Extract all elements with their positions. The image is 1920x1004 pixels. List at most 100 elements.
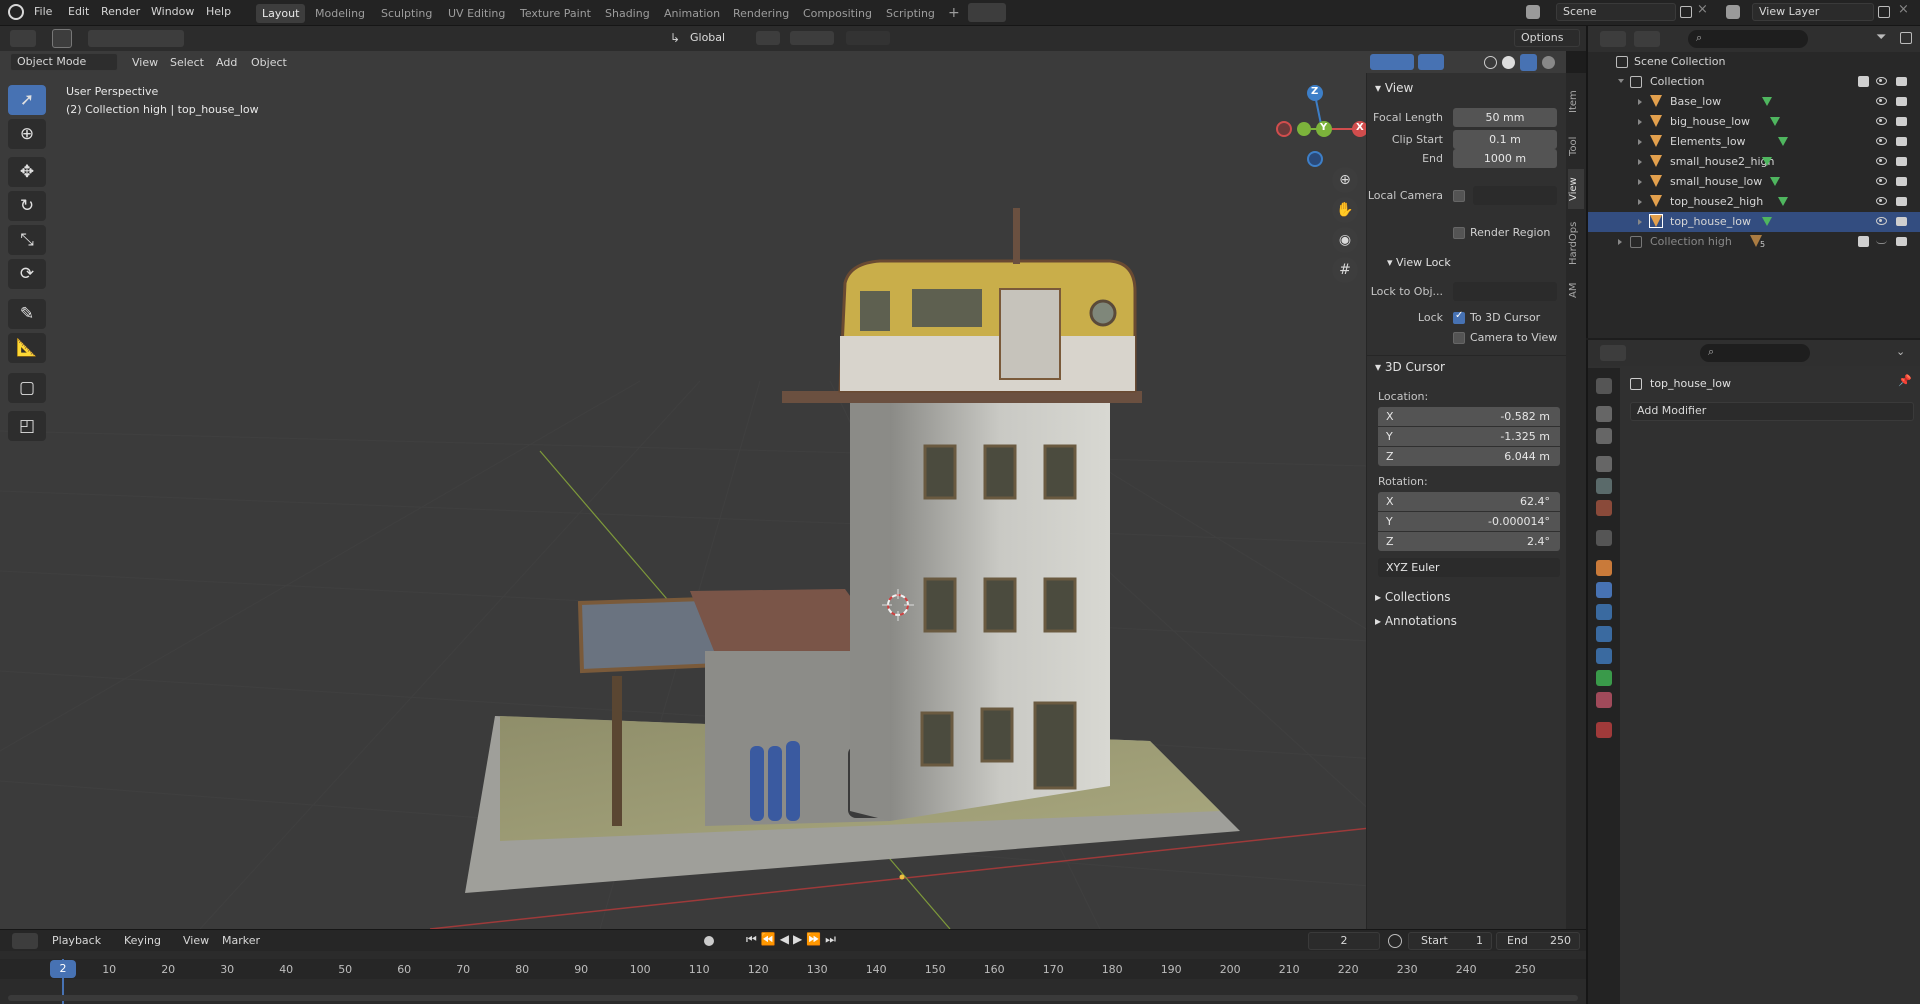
shading-material-icon[interactable] xyxy=(1520,54,1537,71)
scene-field[interactable]: Scene xyxy=(1556,3,1676,21)
new-view-layer-icon[interactable] xyxy=(1878,6,1890,18)
expand-arrow-icon[interactable] xyxy=(1638,159,1642,165)
visibility-eye-icon[interactable] xyxy=(1876,157,1887,165)
render-region-checkbox[interactable] xyxy=(1453,227,1465,239)
material-props-icon[interactable] xyxy=(1596,692,1612,708)
modifier-props-wrench-icon[interactable] xyxy=(1596,582,1612,598)
tab-sculpting[interactable]: Sculpting xyxy=(375,4,438,23)
visibility-eye-icon[interactable] xyxy=(1876,177,1887,185)
properties-search-input[interactable]: ⌕ xyxy=(1700,344,1810,362)
render-camera-icon[interactable] xyxy=(1896,217,1907,226)
menu-object[interactable]: Object xyxy=(251,56,287,69)
mesh-data-icon[interactable] xyxy=(1762,217,1772,226)
zoom-icon[interactable]: ⊕ xyxy=(1332,167,1358,193)
expand-arrow-icon[interactable] xyxy=(1638,99,1642,105)
cursor-tool[interactable]: ⊕ xyxy=(8,119,46,149)
visibility-eye-icon[interactable] xyxy=(1876,137,1887,145)
view-layer-icon[interactable] xyxy=(1726,5,1740,19)
object-props-icon[interactable] xyxy=(1596,560,1612,576)
outliner-search-input[interactable]: ⌕ xyxy=(1688,30,1808,48)
tab-am[interactable]: AM xyxy=(1568,275,1584,305)
location-x-field[interactable]: X -0.582 m xyxy=(1378,407,1560,426)
mesh-data-icon[interactable] xyxy=(1778,197,1788,206)
timeline-ruler[interactable]: 10 20 30 40 50 60 70 80 90 100 110 120 130 140 150 160 1… xyxy=(0,951,1586,1004)
menu-view[interactable]: View xyxy=(132,56,158,69)
expand-arrow-icon[interactable] xyxy=(1638,199,1642,205)
gizmo-toggle-icon[interactable] xyxy=(1370,54,1414,70)
mesh-data-icon[interactable] xyxy=(1762,157,1772,166)
proportional-edit-icon[interactable] xyxy=(846,31,890,45)
shading-solid-icon[interactable] xyxy=(1502,56,1515,69)
outliner-row-collection-high[interactable]: Collection high 5 xyxy=(1588,232,1920,252)
selection-mode-icons[interactable] xyxy=(88,30,184,47)
pin-icon[interactable]: 📌 xyxy=(1898,374,1912,387)
measure-tool[interactable]: 📐 xyxy=(8,333,46,363)
tab-rendering[interactable]: Rendering xyxy=(727,4,795,23)
output-props-icon[interactable] xyxy=(1596,428,1612,444)
rotation-mode-dropdown[interactable]: XYZ Euler xyxy=(1378,558,1560,577)
transform-orientation-icon[interactable]: ↳ xyxy=(670,31,680,45)
mesh-data-icon[interactable] xyxy=(1770,177,1780,186)
expand-arrow-icon[interactable] xyxy=(1618,239,1622,245)
camera-to-view-checkbox[interactable] xyxy=(1453,332,1465,344)
render-camera-icon[interactable] xyxy=(1896,77,1907,86)
select-box-tool[interactable]: ➚ xyxy=(8,85,46,115)
collection-props-icon[interactable] xyxy=(1596,530,1612,546)
camera-view-icon[interactable]: ◉ xyxy=(1332,227,1358,253)
menu-file[interactable]: File xyxy=(34,5,52,18)
tab-tool[interactable]: Tool xyxy=(1568,129,1584,163)
tab-layout[interactable]: Layout xyxy=(256,4,306,23)
outliner-row-object[interactable]: Elements_low xyxy=(1588,132,1920,152)
add-modifier-dropdown[interactable]: Add Modifier xyxy=(1630,402,1914,421)
pivot-icon[interactable] xyxy=(756,31,780,45)
outliner-row-object[interactable]: small_house2_high xyxy=(1588,152,1920,172)
mesh-data-icon[interactable] xyxy=(1770,117,1780,126)
outliner-row-collection[interactable]: Collection xyxy=(1588,72,1920,92)
menu-playback[interactable]: Playback xyxy=(52,934,101,947)
menu-help[interactable]: Help xyxy=(206,5,231,18)
delete-scene-icon[interactable]: × xyxy=(1697,2,1708,17)
menu-keying[interactable]: Keying xyxy=(124,934,161,947)
menu-timeline-view[interactable]: View xyxy=(183,934,209,947)
visibility-eye-icon[interactable] xyxy=(1876,97,1887,105)
focal-length-field[interactable]: 50 mm xyxy=(1453,108,1557,127)
render-camera-icon[interactable] xyxy=(1896,177,1907,186)
menu-add[interactable]: Add xyxy=(216,56,237,69)
gizmo-y-label[interactable]: Y xyxy=(1320,122,1327,133)
outliner-row-scene-collection[interactable]: Scene Collection xyxy=(1588,52,1920,72)
workspace-scroll-icon[interactable] xyxy=(968,3,1006,22)
tool-props-icon[interactable] xyxy=(1596,378,1612,394)
physics-props-icon[interactable] xyxy=(1596,626,1612,642)
local-camera-checkbox[interactable] xyxy=(1453,190,1465,202)
render-camera-icon[interactable] xyxy=(1896,157,1907,166)
annotate-tool[interactable]: ✎ xyxy=(8,299,46,329)
blender-logo-icon[interactable] xyxy=(8,4,24,20)
outliner-row-object[interactable]: small_house_low xyxy=(1588,172,1920,192)
render-props-icon[interactable] xyxy=(1596,406,1612,422)
mesh-data-icon[interactable] xyxy=(1762,97,1772,106)
playhead-badge[interactable]: 2 xyxy=(50,960,76,978)
new-collection-icon[interactable] xyxy=(1900,32,1912,44)
render-camera-icon[interactable] xyxy=(1896,197,1907,206)
shading-rendered-icon[interactable] xyxy=(1542,56,1555,69)
mesh-data-icon[interactable] xyxy=(1778,137,1788,146)
end-frame-field[interactable]: End 250 xyxy=(1496,932,1580,950)
extra-tool[interactable]: ◰ xyxy=(8,411,46,441)
filter-icon[interactable]: ⏷ xyxy=(1876,30,1886,45)
clip-end-field[interactable]: 1000 m xyxy=(1453,149,1557,168)
tab-texture-paint[interactable]: Texture Paint xyxy=(514,4,597,23)
data-props-icon[interactable] xyxy=(1596,670,1612,686)
tab-scripting[interactable]: Scripting xyxy=(880,4,941,23)
menu-marker[interactable]: Marker xyxy=(222,934,260,947)
menu-select[interactable]: Select xyxy=(170,56,204,69)
hidden-eye-icon[interactable] xyxy=(1876,240,1887,244)
timeline-scrollbar[interactable] xyxy=(8,995,1578,1001)
visibility-eye-icon[interactable] xyxy=(1876,217,1887,225)
3d-cursor-section-header[interactable]: ▾ 3D Cursor xyxy=(1375,360,1445,374)
world-props-icon[interactable] xyxy=(1596,500,1612,516)
scene-selector-icon[interactable] xyxy=(1526,5,1540,19)
current-frame-field[interactable]: 2 xyxy=(1308,932,1380,950)
rotation-z-field[interactable]: Z 2.4° xyxy=(1378,532,1560,551)
menu-edit[interactable]: Edit xyxy=(68,5,89,18)
local-camera-field[interactable] xyxy=(1473,186,1557,205)
